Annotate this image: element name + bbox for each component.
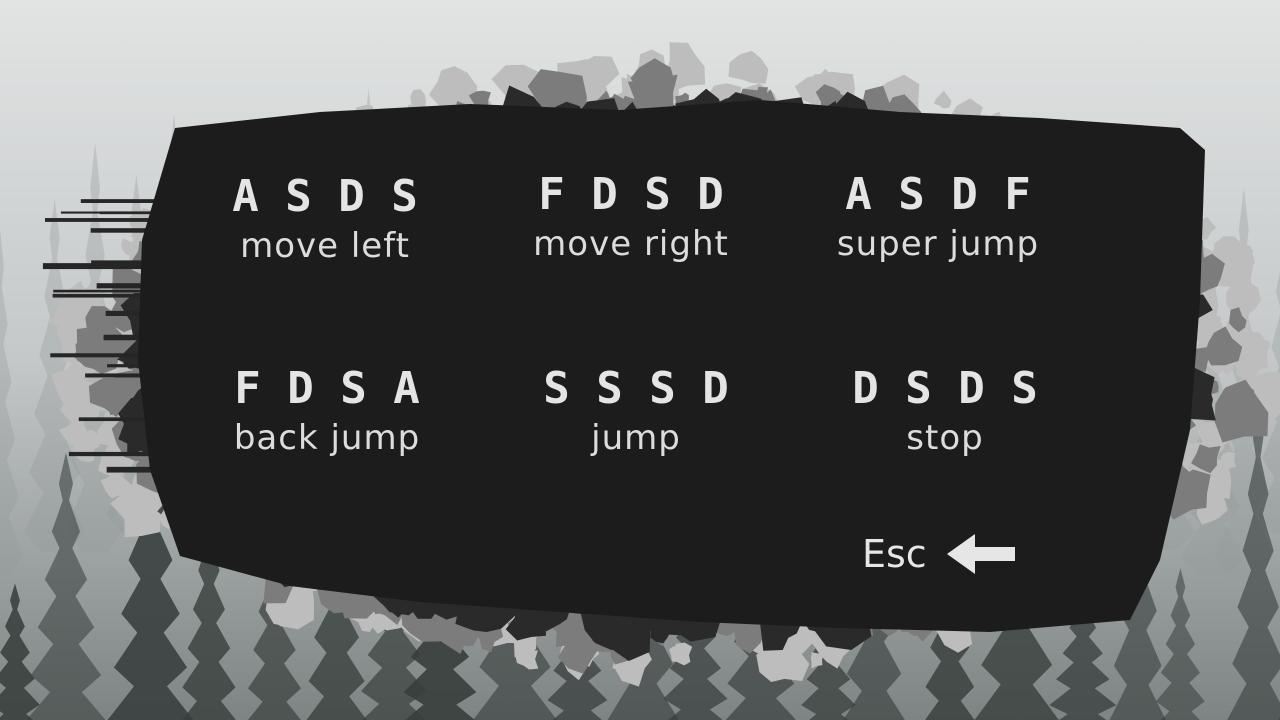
combo-keys: F D S D [538, 169, 724, 220]
combo-move-left: A S D S move left [175, 171, 475, 267]
brush-streak [44, 218, 165, 222]
combo-keys: D S D S [852, 363, 1038, 414]
combo-action-label: move left [240, 226, 410, 266]
brush-streak [42, 263, 149, 270]
combo-super-jump: A S D F super jump [788, 169, 1088, 265]
esc-key-label: Esc [862, 532, 927, 576]
combo-action-label: jump [591, 418, 681, 458]
combo-move-right: F D S D move right [481, 169, 781, 265]
paint-fleck [1218, 249, 1254, 287]
combo-stop: D S D S stop [795, 363, 1095, 459]
combo-keys: A S D S [232, 171, 418, 222]
paint-splatter-panel [42, 42, 1280, 687]
combo-action-label: stop [906, 418, 984, 458]
combo-action-label: back jump [233, 418, 421, 458]
paint-fleck [934, 90, 952, 109]
combo-action-label: super jump [836, 224, 1040, 264]
left-arrow-icon [946, 534, 1015, 574]
paint-fleck [728, 50, 769, 84]
combo-keys: A S D F [845, 169, 1031, 220]
combo-action-label: move right [533, 224, 729, 264]
paint-fleck [121, 238, 136, 257]
game-screen: A S D S move left F D S D move right A S… [0, 0, 1280, 720]
combo-jump: S S S D jump [486, 363, 786, 459]
combo-back-jump: F D S A back jump [177, 363, 477, 459]
combo-keys: S S S D [543, 363, 729, 414]
back-button[interactable]: Esc [862, 528, 1017, 580]
brush-streak [50, 353, 150, 358]
combo-keys: F D S A [234, 363, 420, 414]
